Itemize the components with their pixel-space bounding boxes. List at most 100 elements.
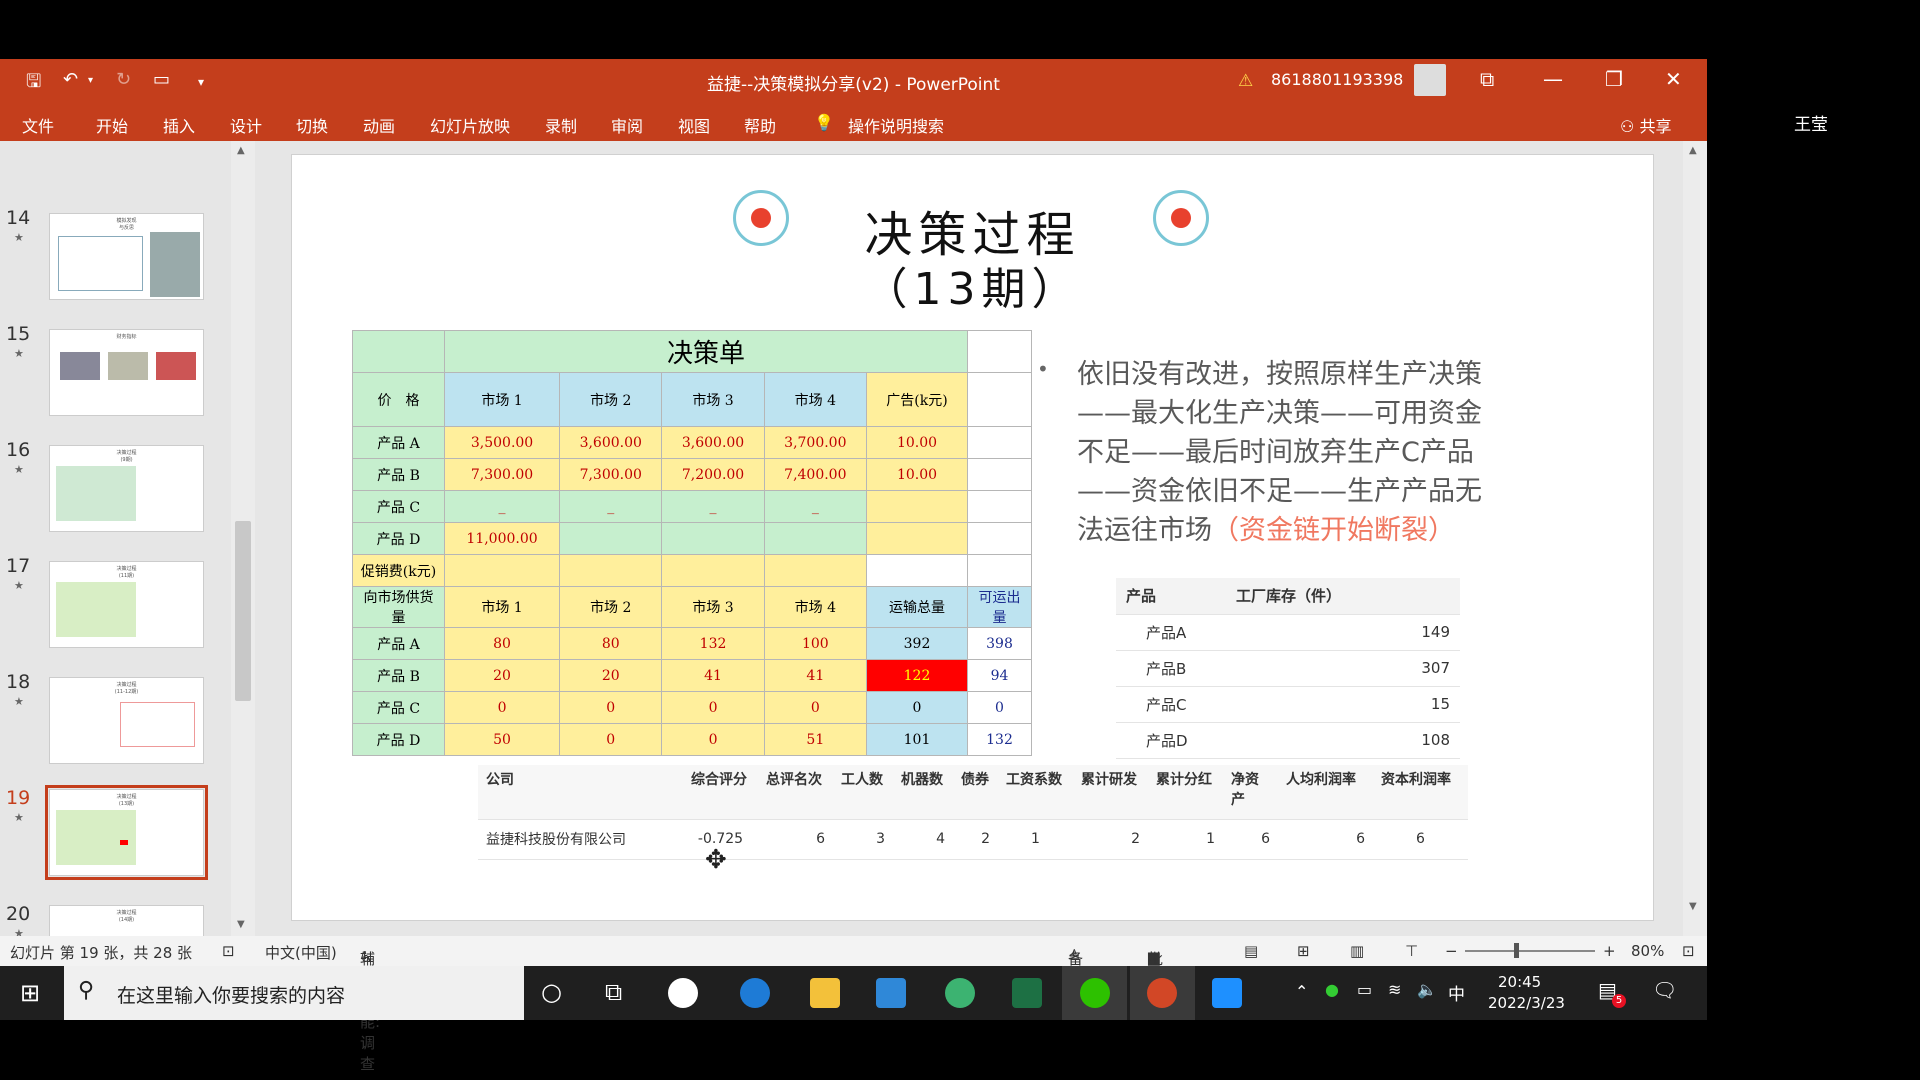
tab-transitions[interactable]: 切换 xyxy=(296,113,328,137)
tab-slideshow[interactable]: 幻灯片放映 xyxy=(430,113,510,137)
table-cell xyxy=(967,522,1032,555)
share-button[interactable]: ⚇ 共享 xyxy=(1620,113,1671,137)
thumbnail-slide-20[interactable]: 决策过程 (14期) xyxy=(49,905,204,992)
table-cell: 产品D xyxy=(1116,722,1226,759)
table-cell: 398 xyxy=(967,627,1032,660)
thumb-title: 财务指标 xyxy=(116,334,137,340)
scroll-up-icon[interactable]: ▲ xyxy=(237,145,245,156)
thumbnail-slide-15[interactable]: 财务指标 xyxy=(49,329,204,416)
thumb-number: 14 xyxy=(6,207,31,229)
tell-me-search[interactable]: 操作说明搜索 xyxy=(848,113,944,137)
thumb-table xyxy=(120,702,195,747)
move-cursor-icon: ✥ xyxy=(705,845,727,875)
table-cell: 产品 B xyxy=(352,659,445,692)
table-cell: 101 xyxy=(865,723,969,756)
table-cell: 307 xyxy=(1226,650,1460,687)
table-cell: 10.00 xyxy=(865,426,969,459)
tab-insert[interactable]: 插入 xyxy=(163,113,195,137)
table-header: 总评名次 xyxy=(758,765,833,820)
table-cell xyxy=(763,522,867,555)
table-row: 决策单 xyxy=(352,330,1032,373)
table-cell: 108 xyxy=(1226,722,1460,759)
thumbnail-slide-17[interactable]: 决策过程 (11期) xyxy=(49,561,204,648)
scroll-thumb[interactable] xyxy=(235,521,251,701)
table-header: 资本利润率 xyxy=(1373,765,1468,820)
table-cell: _ xyxy=(559,490,663,523)
thumb-number: 18 xyxy=(6,671,31,693)
table-cell: 3,500.00 xyxy=(443,426,561,459)
table-cell: 50 xyxy=(443,723,561,756)
tab-help[interactable]: 帮助 xyxy=(744,113,776,137)
table-cell: 7,200.00 xyxy=(661,458,765,491)
lightbulb-icon[interactable]: 💡 xyxy=(814,113,834,132)
restore-icon[interactable]: ❐ xyxy=(1605,67,1623,91)
thumb-box xyxy=(58,236,143,291)
thumb-image xyxy=(150,232,200,297)
selected-thumbnail-frame xyxy=(45,785,208,880)
table-cell: 94 xyxy=(967,659,1032,692)
tab-file[interactable]: 文件 xyxy=(22,113,54,137)
tab-home[interactable]: 开始 xyxy=(96,113,128,137)
table-cell: 7,400.00 xyxy=(763,458,867,491)
table-header: 向市场供货量 xyxy=(352,586,445,628)
scroll-up-icon[interactable]: ▲ xyxy=(1689,145,1697,156)
thumbnail-slide-14[interactable]: 模拟发现 与反思 xyxy=(49,213,204,300)
table-header: 综合评分 xyxy=(683,765,758,820)
tab-view[interactable]: 视图 xyxy=(678,113,710,137)
table-header: 公司 xyxy=(478,765,683,820)
slide-scrollbar[interactable]: ▲ ▼ xyxy=(1683,141,1707,936)
table-cell: 产品C xyxy=(1116,686,1226,723)
table-header: 市场 1 xyxy=(443,372,561,427)
table-cell: 6 xyxy=(1223,819,1278,860)
table-cell: 7,300.00 xyxy=(559,458,663,491)
table-cell: 0 xyxy=(763,691,867,724)
scroll-down-icon[interactable]: ▼ xyxy=(1689,901,1697,912)
thumbnail-scrollbar[interactable]: ▲ ▼ xyxy=(231,141,255,936)
table-row: 产品B 307 xyxy=(1116,650,1460,687)
thumbnail-slide-16[interactable]: 决策过程 (9期) xyxy=(49,445,204,532)
tab-animations[interactable]: 动画 xyxy=(363,113,395,137)
table-cell xyxy=(559,554,663,587)
table-cell: _ xyxy=(763,490,867,523)
table-cell: 产品 D xyxy=(352,522,445,555)
account-name[interactable]: 8618801193398 xyxy=(1271,70,1403,89)
inventory-table: 产品 工厂库存（件） 产品A 149 产品B 307 产品C 15 产品D 108 xyxy=(1116,578,1460,759)
table-row: 产品 工厂库存（件） xyxy=(1116,578,1460,615)
tab-review[interactable]: 审阅 xyxy=(611,113,643,137)
ribbon-display-icon[interactable]: ⧉ xyxy=(1480,67,1494,91)
table-cell xyxy=(559,522,663,555)
table-cell: 80 xyxy=(443,627,561,660)
table-header: 市场 2 xyxy=(559,372,663,427)
table-cell xyxy=(443,554,561,587)
table-cell: 41 xyxy=(763,659,867,692)
thumb-number: 16 xyxy=(6,439,31,461)
thumb-number: 20 xyxy=(6,903,31,925)
thumb-image xyxy=(60,352,100,380)
ribbon-tabs: 文件 开始 插入 设计 切换 动画 幻灯片放映 录制 审阅 视图 帮助 💡 操作… xyxy=(0,103,1707,141)
warning-icon[interactable]: ⚠ xyxy=(1238,71,1253,91)
tab-record[interactable]: 录制 xyxy=(545,113,577,137)
close-icon[interactable]: ✕ xyxy=(1665,67,1682,91)
star-icon: ★ xyxy=(14,231,24,244)
thumb-table xyxy=(145,954,200,982)
table-cell: 产品 C xyxy=(352,490,445,523)
table-row: 向市场供货量 市场 1 市场 2 市场 3 市场 4 运输总量 可运出量 xyxy=(352,586,1032,628)
table-cell xyxy=(967,490,1032,523)
table-header: 市场 2 xyxy=(559,586,663,628)
table-row: 产品 D 50 0 0 51 101 132 xyxy=(352,723,1032,756)
table-cell: 2 xyxy=(1073,819,1148,860)
table-cell: 0 xyxy=(559,723,663,756)
table-cell: 4 xyxy=(893,819,953,860)
table-header: 市场 3 xyxy=(661,372,765,427)
minimize-icon[interactable]: — xyxy=(1543,67,1563,91)
table-header: 累计研发 xyxy=(1073,765,1148,820)
tab-design[interactable]: 设计 xyxy=(230,113,262,137)
avatar[interactable] xyxy=(1414,64,1446,96)
table-cell: 20 xyxy=(443,659,561,692)
table-cell: 15 xyxy=(1226,686,1460,723)
table-row: 产品 B 7,300.00 7,300.00 7,200.00 7,400.00… xyxy=(352,458,1032,491)
thumbnail-slide-18[interactable]: 决策过程 (11-12期) xyxy=(49,677,204,764)
bullet-highlight: （资金链开始断裂） xyxy=(1212,515,1455,546)
thumb-title: 决策过程 (11期) xyxy=(116,566,137,579)
scroll-down-icon[interactable]: ▼ xyxy=(237,919,245,930)
